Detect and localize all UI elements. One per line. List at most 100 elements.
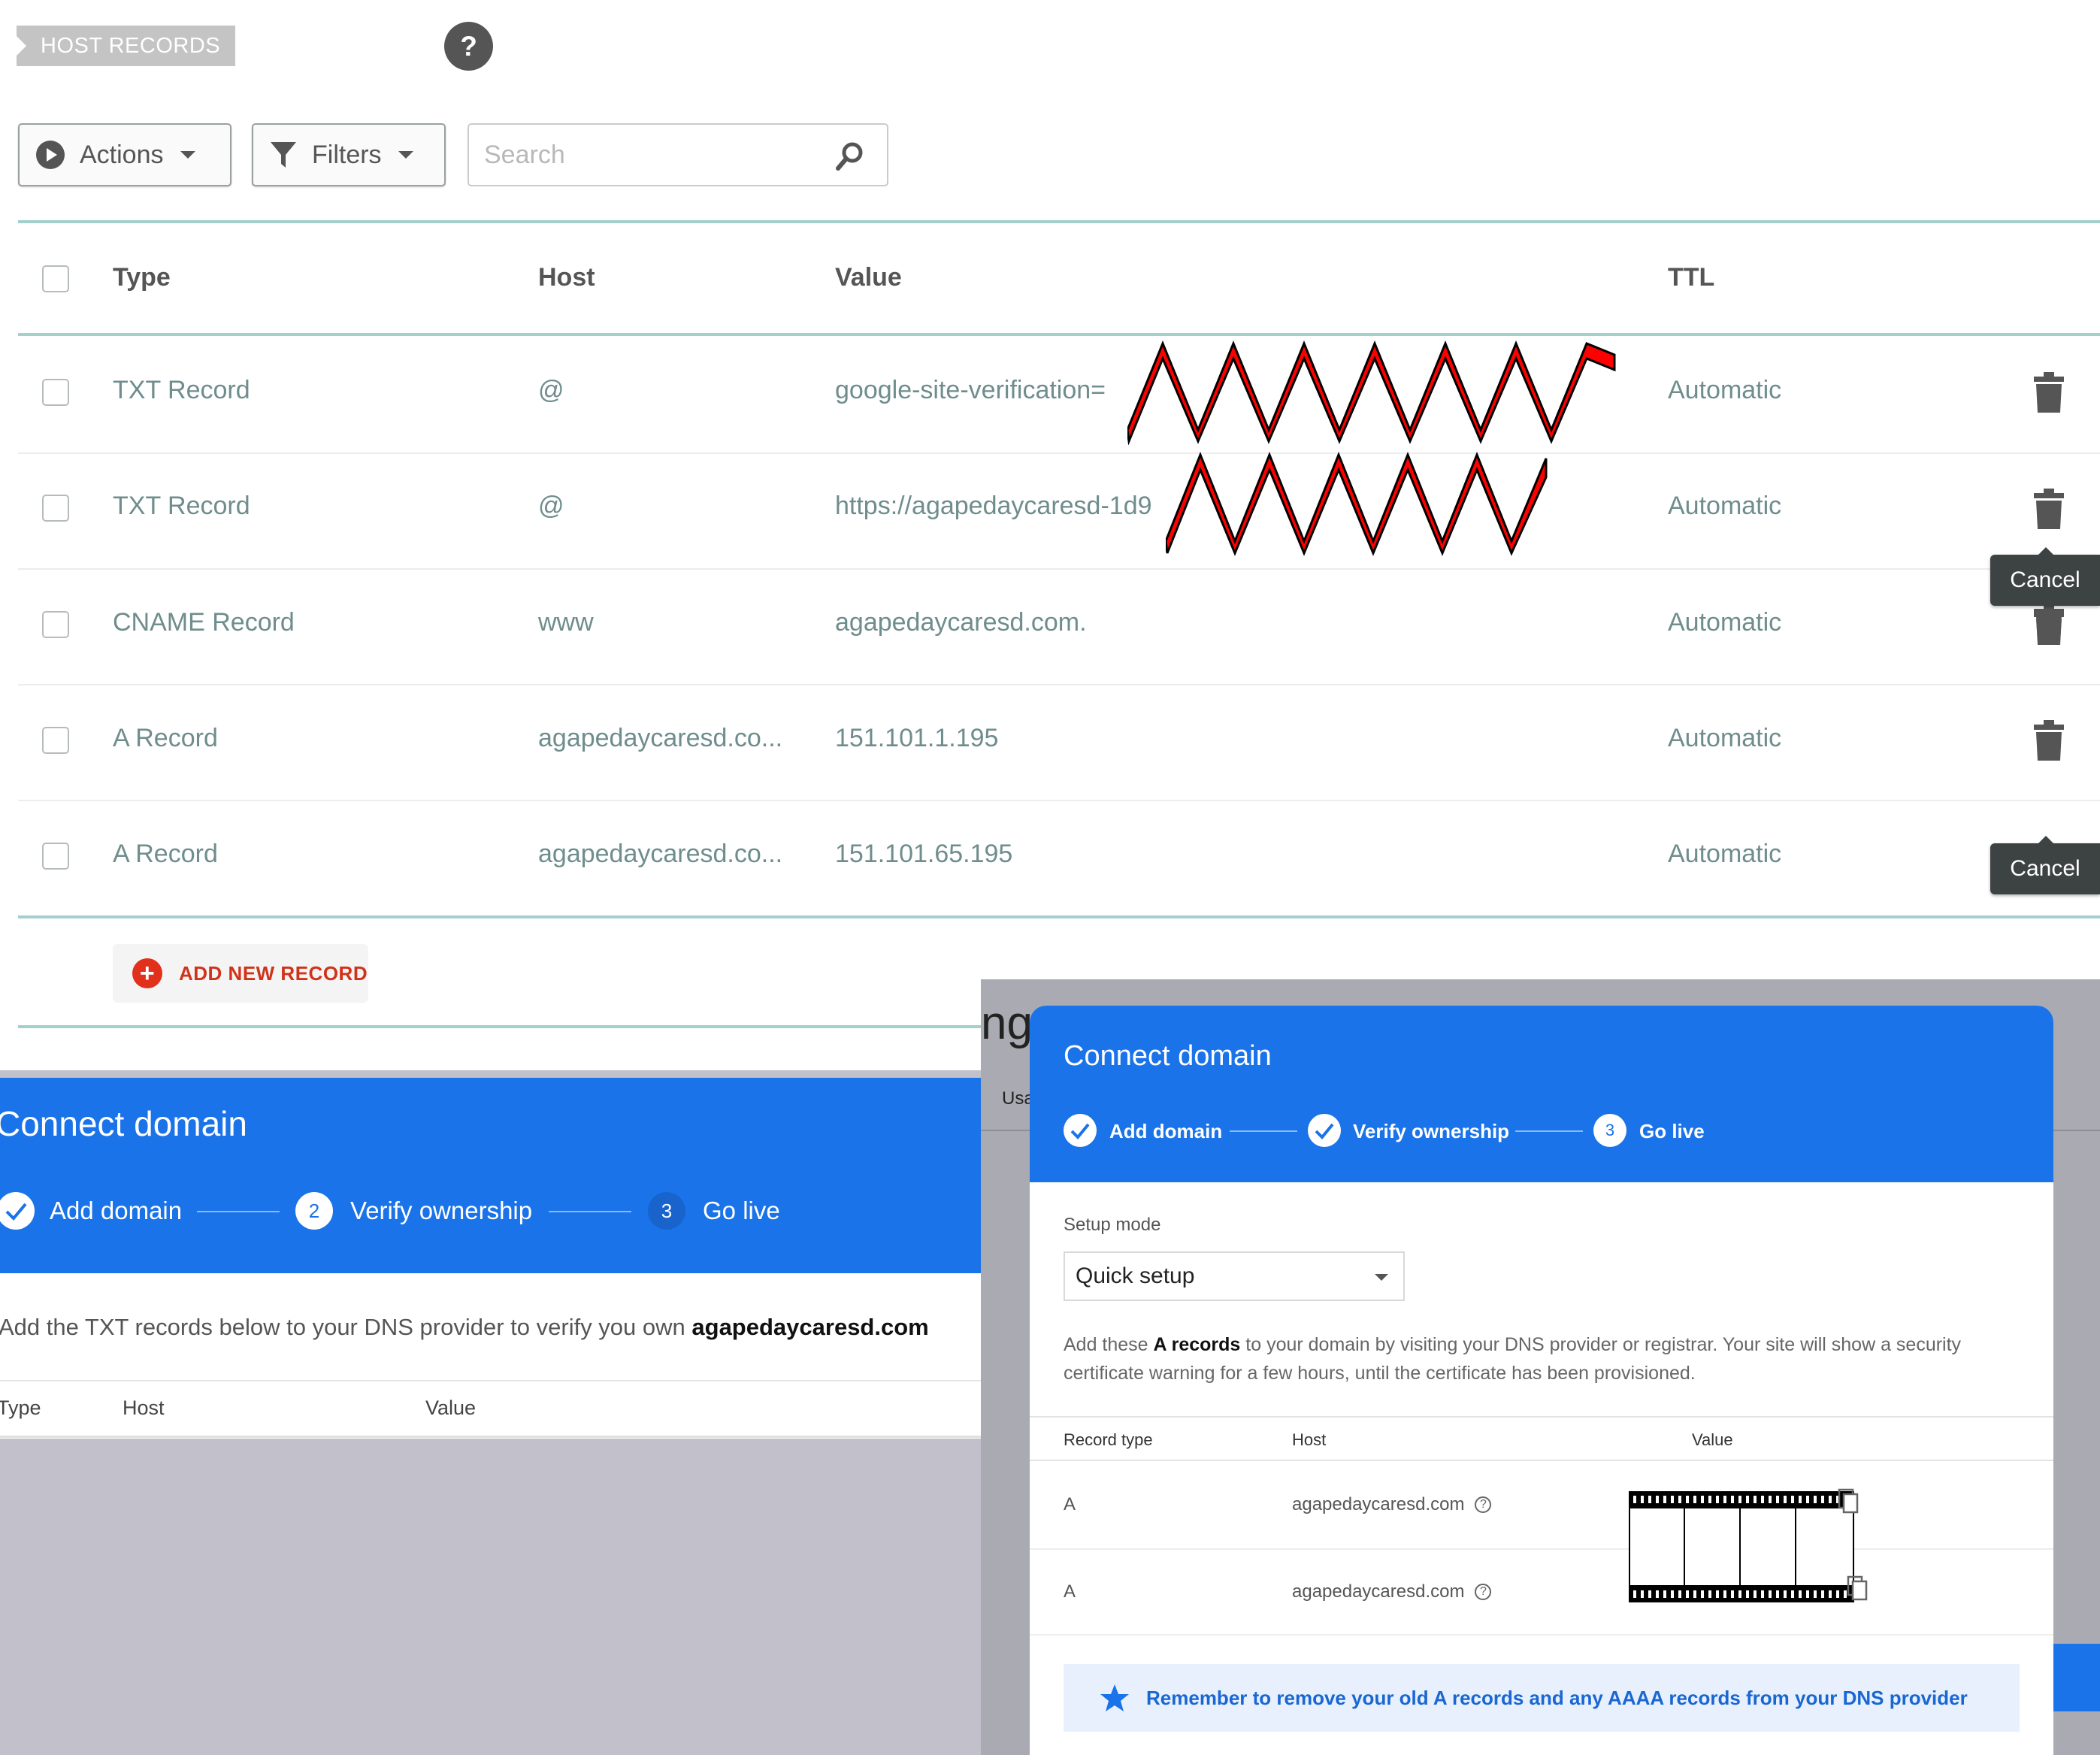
search-box xyxy=(468,123,888,186)
record-value: 151.101.1.195 xyxy=(835,724,999,752)
left-dialog-title: Connect domain xyxy=(0,1104,247,1143)
record-host: @ xyxy=(538,492,564,520)
right-table-rule xyxy=(1030,1416,2053,1418)
cancel-tooltip-label: Cancel xyxy=(2010,567,2080,592)
table-row: CNAME Record www agapedaycaresd.com. Aut… xyxy=(0,570,2100,684)
step-verify-ownership: Verify ownership xyxy=(1353,1120,1510,1142)
left-table-bottom xyxy=(0,1436,981,1438)
record-ttl: Automatic xyxy=(1668,492,1782,520)
record-host: @ xyxy=(538,376,564,404)
record-value: 151.101.65.195 xyxy=(835,840,1013,868)
trash-icon[interactable] xyxy=(2034,612,2064,642)
left-instruction-text: Add the TXT records below to your DNS pr… xyxy=(0,1314,692,1340)
table-row: A Record agapedaycaresd.co... 151.101.65… xyxy=(0,801,2100,915)
filter-icon xyxy=(271,142,296,168)
column-header-host: Host xyxy=(538,263,595,292)
copy-icon[interactable] xyxy=(1847,1575,1869,1602)
row-divider xyxy=(1030,1634,2053,1635)
trash-icon[interactable] xyxy=(2034,720,2064,761)
row-checkbox[interactable] xyxy=(42,495,69,522)
step-connector xyxy=(1515,1130,1583,1132)
record-host: agapedaycaresd.co... xyxy=(538,840,783,868)
record-ttl: Automatic xyxy=(1668,724,1782,752)
table-row: A Record agapedaycaresd.co... 151.101.1.… xyxy=(0,685,2100,800)
chevron-down-icon xyxy=(398,151,413,159)
column-header-ttl: TTL xyxy=(1668,263,1715,292)
left-col-type: Type xyxy=(0,1396,41,1419)
trash-icon[interactable] xyxy=(2034,489,2064,529)
help-icon: ? xyxy=(460,30,477,62)
actions-label: Actions xyxy=(80,140,164,169)
play-icon xyxy=(36,141,65,169)
background-button-fragment xyxy=(2053,1644,2100,1711)
filters-dropdown[interactable]: Filters xyxy=(252,123,446,186)
record-host: agapedaycaresd.com? xyxy=(1292,1581,1492,1602)
column-header-type: Type xyxy=(113,263,171,292)
left-table-rule xyxy=(0,1380,981,1381)
setup-mode-label: Setup mode xyxy=(1064,1215,1161,1235)
cancel-tooltip-label: Cancel xyxy=(2010,856,2080,881)
row-divider xyxy=(1030,1548,2053,1550)
actions-dropdown[interactable]: Actions xyxy=(18,123,231,186)
chevron-down-icon xyxy=(180,151,195,159)
help-circle-icon[interactable]: ? xyxy=(1475,1584,1492,1600)
help-button[interactable]: ? xyxy=(444,22,493,71)
plus-icon: + xyxy=(132,958,162,988)
record-host: agapedaycaresd.co... xyxy=(538,724,783,752)
left-instruction-domain: agapedaycaresd.com xyxy=(691,1314,929,1340)
add-new-record-label: ADD NEW RECORD xyxy=(179,961,368,985)
cancel-tooltip[interactable]: Cancel xyxy=(1990,547,2100,606)
notice-text: Remember to remove your old A records an… xyxy=(1146,1686,1968,1709)
table-top-rule xyxy=(18,220,2100,223)
redaction-scribble xyxy=(1166,451,1548,556)
row-checkbox[interactable] xyxy=(42,843,69,870)
select-all-checkbox[interactable] xyxy=(42,265,69,292)
help-circle-icon[interactable]: ? xyxy=(1475,1496,1492,1513)
right-instruction: Add these A records to your domain by vi… xyxy=(1064,1330,2033,1387)
add-new-record-button[interactable]: + ADD NEW RECORD xyxy=(113,944,368,1003)
dropdown-arrow-icon xyxy=(1375,1274,1388,1281)
right-dialog-title: Connect domain xyxy=(1064,1040,1272,1072)
step-connector xyxy=(1230,1130,1297,1132)
setup-mode-value: Quick setup xyxy=(1076,1263,1195,1288)
record-ttl: Automatic xyxy=(1668,376,1782,404)
host-records-label: HOST RECORDS xyxy=(41,33,221,58)
step-number-3: 3 xyxy=(648,1192,685,1230)
table-row: TXT Record @ google-site-verification= A… xyxy=(0,336,2100,451)
right-col-host: Host xyxy=(1292,1430,1327,1449)
record-host: www xyxy=(538,608,594,637)
step-number-3: 3 xyxy=(1593,1114,1626,1147)
right-col-value: Value xyxy=(1692,1430,1733,1449)
redaction-scribble xyxy=(1127,340,1616,445)
record-host: agapedaycaresd.com? xyxy=(1292,1494,1492,1515)
search-input[interactable] xyxy=(469,125,822,185)
step-connector xyxy=(549,1211,631,1212)
record-type: TXT Record xyxy=(113,492,250,520)
copy-icon[interactable] xyxy=(1838,1488,1860,1515)
step-connector xyxy=(197,1211,280,1212)
check-circle-icon xyxy=(1308,1114,1341,1147)
row-checkbox[interactable] xyxy=(42,611,69,638)
record-value: google-site-verification= xyxy=(835,376,1106,404)
search-icon[interactable] xyxy=(834,141,864,171)
star-icon xyxy=(1100,1684,1129,1711)
right-table-header-rule xyxy=(1030,1460,2053,1461)
setup-mode-select[interactable]: Quick setup xyxy=(1064,1251,1405,1301)
left-instruction: Add the TXT records below to your DNS pr… xyxy=(0,1314,929,1341)
step-add-domain: Add domain xyxy=(50,1197,183,1224)
row-checkbox[interactable] xyxy=(42,727,69,754)
step-add-domain: Add domain xyxy=(1109,1120,1223,1142)
table-row: TXT Record @ https://agapedaycaresd-1d9 … xyxy=(0,454,2100,567)
notice-banner: Remember to remove your old A records an… xyxy=(1064,1664,2020,1732)
background-heading-fragment: ng xyxy=(981,997,1033,1049)
step-go-live: Go live xyxy=(703,1197,780,1224)
record-host-text: agapedaycaresd.com xyxy=(1292,1494,1465,1514)
row-checkbox[interactable] xyxy=(42,379,69,406)
cancel-tooltip[interactable]: Cancel xyxy=(1990,836,2100,894)
record-type: TXT Record xyxy=(113,376,250,404)
trash-icon[interactable] xyxy=(2034,372,2064,413)
record-type: A Record xyxy=(113,724,218,752)
record-ttl: Automatic xyxy=(1668,608,1782,637)
record-value: agapedaycaresd.com. xyxy=(835,608,1087,637)
left-col-host: Host xyxy=(123,1396,165,1419)
